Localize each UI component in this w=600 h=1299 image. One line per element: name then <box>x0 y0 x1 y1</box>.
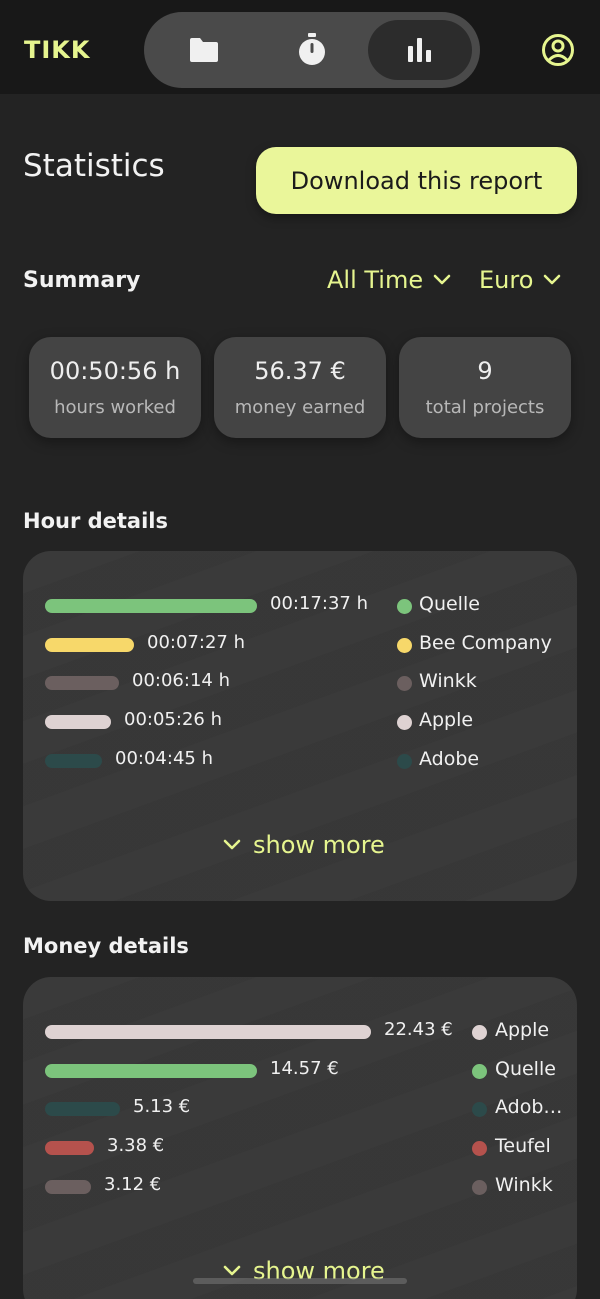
bar-4 <box>45 753 102 768</box>
legend-label: Apple <box>419 709 474 732</box>
hour-details-panel: show more 00:17:37 h Quelle 00:07:27 h Bee … <box>23 551 577 901</box>
nav-statistics-button[interactable] <box>368 20 472 80</box>
legend-label: Quelle <box>495 1057 556 1080</box>
currency-filter-value: Euro <box>479 266 534 294</box>
stopwatch-icon <box>299 33 325 65</box>
money-details-title: Money details <box>23 934 189 958</box>
hours-worked-label: hours worked <box>54 397 176 418</box>
bar-value-label: 00:06:14 h <box>132 670 230 692</box>
hour-show-more-button[interactable]: show more <box>223 831 385 859</box>
legend-dot <box>397 599 412 614</box>
bar-value-label: 3.38 € <box>107 1135 165 1157</box>
time-filter-dropdown[interactable]: All Time <box>327 266 451 294</box>
nav-timer-button[interactable] <box>260 20 364 80</box>
chevron-down-icon <box>544 274 561 285</box>
hour-show-more-label: show more <box>253 831 385 859</box>
bar-1 <box>45 637 134 652</box>
hours-worked-card: 00:50:56 h hours worked <box>29 337 201 438</box>
legend-label: Winkk <box>495 1173 553 1196</box>
legend-label: Bee Company <box>419 631 552 654</box>
time-filter-value: All Time <box>327 266 424 294</box>
legend-dot <box>472 1141 487 1157</box>
money-details-panel: show more 22.43 € Apple 14.57 € Quelle 5.13 … <box>23 977 577 1299</box>
bar-chart-icon <box>408 38 431 62</box>
bar-value-label: 00:05:26 h <box>124 709 222 731</box>
bar-value-label: 22.43 € <box>384 1019 453 1040</box>
bar-3 <box>45 1141 94 1156</box>
nav-pill <box>144 12 480 88</box>
bar-3 <box>45 715 111 730</box>
hours-worked-value: 00:50:56 h <box>49 357 181 385</box>
money-earned-label: money earned <box>234 397 366 418</box>
legend-label: Teufel <box>495 1135 551 1158</box>
chevron-down-icon <box>223 839 241 850</box>
bar-0 <box>45 599 257 613</box>
bar-value-label: 00:17:37 h <box>270 593 368 614</box>
legend-dot <box>472 1102 487 1118</box>
legend-dot <box>397 753 412 769</box>
total-projects-value: 9 <box>477 357 493 385</box>
chevron-down-icon <box>223 1265 241 1276</box>
bar-value-label: 00:04:45 h <box>115 747 213 769</box>
download-report-button[interactable]: Download this report <box>256 147 577 214</box>
legend-dot <box>397 715 412 731</box>
bar-4 <box>45 1179 91 1194</box>
bar-value-label: 14.57 € <box>270 1057 339 1079</box>
bar-0 <box>45 1025 371 1039</box>
legend-label: Winkk <box>419 670 477 693</box>
legend-label: Adob… <box>495 1096 563 1119</box>
legend-label: Quelle <box>419 593 480 615</box>
bar-1 <box>45 1063 257 1078</box>
home-indicator <box>193 1278 407 1284</box>
bar-value-label: 5.13 € <box>133 1096 191 1118</box>
legend-label: Apple <box>495 1019 550 1041</box>
currency-filter-dropdown[interactable]: Euro <box>479 266 561 294</box>
legend-dot <box>397 637 412 653</box>
app-logo[interactable]: TIKK <box>24 36 91 64</box>
legend-label: Adobe <box>419 747 480 770</box>
bar-2 <box>45 676 119 691</box>
chevron-down-icon <box>433 274 451 285</box>
bar-2 <box>45 1102 120 1117</box>
legend-dot <box>472 1063 487 1079</box>
bar-value-label: 00:07:27 h <box>147 631 245 653</box>
money-earned-card: 56.37 € money earned <box>214 337 386 438</box>
legend-dot <box>472 1025 487 1040</box>
total-projects-card: 9 total projects <box>399 337 571 438</box>
total-projects-label: total projects <box>425 397 545 418</box>
legend-dot <box>472 1179 487 1195</box>
top-bar: TIKK <box>0 0 600 94</box>
page-title: Statistics <box>23 148 165 184</box>
nav-projects-button[interactable] <box>152 20 256 80</box>
folder-icon <box>190 38 218 62</box>
user-circle-icon[interactable] <box>541 33 575 67</box>
bar-value-label: 3.12 € <box>104 1173 162 1195</box>
legend-dot <box>397 676 412 692</box>
money-earned-value: 56.37 € <box>254 357 346 385</box>
summary-label: Summary <box>23 268 141 293</box>
hour-details-title: Hour details <box>23 509 169 533</box>
